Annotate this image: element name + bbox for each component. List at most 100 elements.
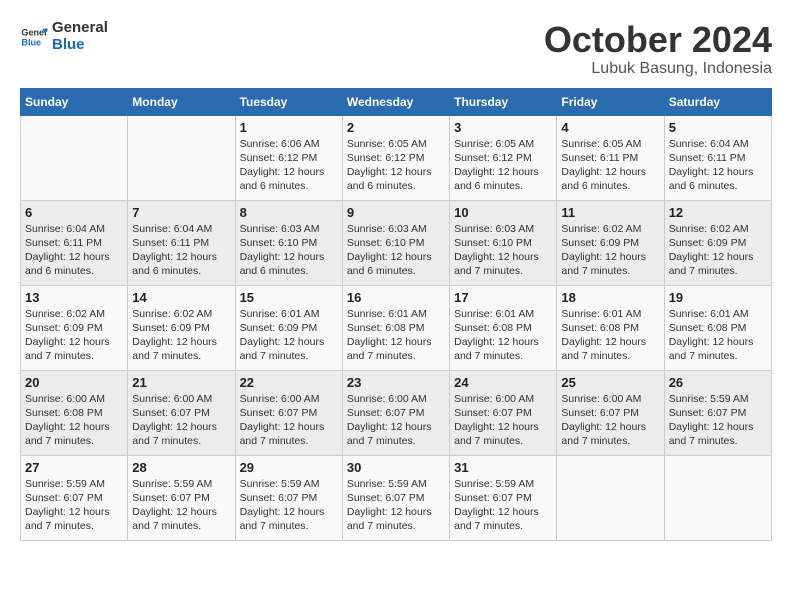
logo-icon: General Blue	[20, 23, 48, 51]
cell-detail: Sunrise: 6:01 AM Sunset: 6:08 PM Dayligh…	[561, 307, 659, 364]
calendar-cell: 1 Sunrise: 6:06 AM Sunset: 6:12 PM Daylig…	[235, 115, 342, 200]
day-number: 1	[240, 120, 338, 135]
cell-detail: Sunrise: 6:00 AM Sunset: 6:07 PM Dayligh…	[347, 392, 445, 449]
calendar-cell: 11 Sunrise: 6:02 AM Sunset: 6:09 PM Dayli…	[557, 200, 664, 285]
logo-blue: Blue	[52, 37, 108, 54]
svg-text:Blue: Blue	[21, 37, 41, 47]
day-number: 29	[240, 460, 338, 475]
day-number: 15	[240, 290, 338, 305]
cell-detail: Sunrise: 6:02 AM Sunset: 6:09 PM Dayligh…	[25, 307, 123, 364]
calendar-cell	[128, 115, 235, 200]
calendar-cell: 23 Sunrise: 6:00 AM Sunset: 6:07 PM Dayli…	[342, 370, 449, 455]
calendar-week-row: 27 Sunrise: 5:59 AM Sunset: 6:07 PM Dayli…	[21, 455, 772, 540]
day-number: 21	[132, 375, 230, 390]
day-number: 8	[240, 205, 338, 220]
calendar-table: SundayMondayTuesdayWednesdayThursdayFrid…	[20, 88, 772, 541]
column-header-wednesday: Wednesday	[342, 88, 449, 115]
calendar-week-row: 13 Sunrise: 6:02 AM Sunset: 6:09 PM Dayli…	[21, 285, 772, 370]
cell-detail: Sunrise: 6:04 AM Sunset: 6:11 PM Dayligh…	[132, 222, 230, 279]
day-number: 10	[454, 205, 552, 220]
cell-detail: Sunrise: 6:03 AM Sunset: 6:10 PM Dayligh…	[240, 222, 338, 279]
cell-detail: Sunrise: 6:04 AM Sunset: 6:11 PM Dayligh…	[25, 222, 123, 279]
cell-detail: Sunrise: 6:02 AM Sunset: 6:09 PM Dayligh…	[561, 222, 659, 279]
column-header-tuesday: Tuesday	[235, 88, 342, 115]
calendar-cell: 21 Sunrise: 6:00 AM Sunset: 6:07 PM Dayli…	[128, 370, 235, 455]
day-number: 14	[132, 290, 230, 305]
cell-detail: Sunrise: 5:59 AM Sunset: 6:07 PM Dayligh…	[454, 477, 552, 534]
day-number: 6	[25, 205, 123, 220]
day-number: 16	[347, 290, 445, 305]
day-number: 2	[347, 120, 445, 135]
day-number: 7	[132, 205, 230, 220]
calendar-cell: 3 Sunrise: 6:05 AM Sunset: 6:12 PM Daylig…	[450, 115, 557, 200]
day-number: 11	[561, 205, 659, 220]
cell-detail: Sunrise: 5:59 AM Sunset: 6:07 PM Dayligh…	[25, 477, 123, 534]
cell-detail: Sunrise: 6:00 AM Sunset: 6:07 PM Dayligh…	[454, 392, 552, 449]
page-header: General Blue General Blue October 2024 L…	[20, 20, 772, 78]
calendar-cell: 9 Sunrise: 6:03 AM Sunset: 6:10 PM Daylig…	[342, 200, 449, 285]
day-number: 4	[561, 120, 659, 135]
cell-detail: Sunrise: 6:06 AM Sunset: 6:12 PM Dayligh…	[240, 137, 338, 194]
calendar-cell	[664, 455, 771, 540]
cell-detail: Sunrise: 6:05 AM Sunset: 6:11 PM Dayligh…	[561, 137, 659, 194]
calendar-cell: 20Sunrise: 6:00 AM Sunset: 6:08 PM Dayli…	[21, 370, 128, 455]
cell-detail: Sunrise: 6:00 AM Sunset: 6:07 PM Dayligh…	[561, 392, 659, 449]
cell-detail: Sunrise: 5:59 AM Sunset: 6:07 PM Dayligh…	[240, 477, 338, 534]
cell-detail: Sunrise: 5:59 AM Sunset: 6:07 PM Dayligh…	[669, 392, 767, 449]
calendar-cell: 30 Sunrise: 5:59 AM Sunset: 6:07 PM Dayli…	[342, 455, 449, 540]
cell-detail: Sunrise: 6:04 AM Sunset: 6:11 PM Dayligh…	[669, 137, 767, 194]
calendar-cell	[557, 455, 664, 540]
calendar-cell: 13 Sunrise: 6:02 AM Sunset: 6:09 PM Dayli…	[21, 285, 128, 370]
calendar-cell: 28Sunrise: 5:59 AM Sunset: 6:07 PM Dayli…	[128, 455, 235, 540]
calendar-cell: 12 Sunrise: 6:02 AM Sunset: 6:09 PM Dayli…	[664, 200, 771, 285]
calendar-cell: 31Sunrise: 5:59 AM Sunset: 6:07 PM Dayli…	[450, 455, 557, 540]
day-number: 27	[25, 460, 123, 475]
day-number: 20	[25, 375, 123, 390]
calendar-cell: 14Sunrise: 6:02 AM Sunset: 6:09 PM Dayli…	[128, 285, 235, 370]
day-number: 12	[669, 205, 767, 220]
column-header-monday: Monday	[128, 88, 235, 115]
calendar-cell: 22Sunrise: 6:00 AM Sunset: 6:07 PM Dayli…	[235, 370, 342, 455]
cell-detail: Sunrise: 6:05 AM Sunset: 6:12 PM Dayligh…	[454, 137, 552, 194]
cell-detail: Sunrise: 6:03 AM Sunset: 6:10 PM Dayligh…	[454, 222, 552, 279]
day-number: 13	[25, 290, 123, 305]
column-header-sunday: Sunday	[21, 88, 128, 115]
calendar-cell: 16 Sunrise: 6:01 AM Sunset: 6:08 PM Dayli…	[342, 285, 449, 370]
day-number: 3	[454, 120, 552, 135]
calendar-cell: 7 Sunrise: 6:04 AM Sunset: 6:11 PM Daylig…	[128, 200, 235, 285]
calendar-cell: 19Sunrise: 6:01 AM Sunset: 6:08 PM Dayli…	[664, 285, 771, 370]
day-number: 23	[347, 375, 445, 390]
calendar-cell: 26 Sunrise: 5:59 AM Sunset: 6:07 PM Dayli…	[664, 370, 771, 455]
day-number: 18	[561, 290, 659, 305]
column-header-friday: Friday	[557, 88, 664, 115]
calendar-cell	[21, 115, 128, 200]
cell-detail: Sunrise: 6:00 AM Sunset: 6:07 PM Dayligh…	[132, 392, 230, 449]
cell-detail: Sunrise: 5:59 AM Sunset: 6:07 PM Dayligh…	[347, 477, 445, 534]
calendar-week-row: 6 Sunrise: 6:04 AM Sunset: 6:11 PM Daylig…	[21, 200, 772, 285]
calendar-cell: 4 Sunrise: 6:05 AM Sunset: 6:11 PM Daylig…	[557, 115, 664, 200]
calendar-cell: 29 Sunrise: 5:59 AM Sunset: 6:07 PM Dayli…	[235, 455, 342, 540]
day-number: 17	[454, 290, 552, 305]
logo-general: General	[52, 20, 108, 37]
title-block: October 2024 Lubuk Basung, Indonesia	[544, 20, 772, 78]
cell-detail: Sunrise: 5:59 AM Sunset: 6:07 PM Dayligh…	[132, 477, 230, 534]
calendar-cell: 6 Sunrise: 6:04 AM Sunset: 6:11 PM Daylig…	[21, 200, 128, 285]
column-header-thursday: Thursday	[450, 88, 557, 115]
cell-detail: Sunrise: 6:01 AM Sunset: 6:08 PM Dayligh…	[347, 307, 445, 364]
calendar-cell: 24Sunrise: 6:00 AM Sunset: 6:07 PM Dayli…	[450, 370, 557, 455]
calendar-cell: 2 Sunrise: 6:05 AM Sunset: 6:12 PM Daylig…	[342, 115, 449, 200]
location: Lubuk Basung, Indonesia	[544, 60, 772, 78]
logo: General Blue General Blue	[20, 20, 108, 53]
cell-detail: Sunrise: 6:05 AM Sunset: 6:12 PM Dayligh…	[347, 137, 445, 194]
day-number: 30	[347, 460, 445, 475]
calendar-week-row: 20Sunrise: 6:00 AM Sunset: 6:08 PM Dayli…	[21, 370, 772, 455]
day-number: 26	[669, 375, 767, 390]
cell-detail: Sunrise: 6:01 AM Sunset: 6:08 PM Dayligh…	[669, 307, 767, 364]
calendar-cell: 27 Sunrise: 5:59 AM Sunset: 6:07 PM Dayli…	[21, 455, 128, 540]
day-number: 9	[347, 205, 445, 220]
cell-detail: Sunrise: 6:02 AM Sunset: 6:09 PM Dayligh…	[669, 222, 767, 279]
cell-detail: Sunrise: 6:03 AM Sunset: 6:10 PM Dayligh…	[347, 222, 445, 279]
day-number: 22	[240, 375, 338, 390]
day-number: 5	[669, 120, 767, 135]
calendar-week-row: 1 Sunrise: 6:06 AM Sunset: 6:12 PM Daylig…	[21, 115, 772, 200]
